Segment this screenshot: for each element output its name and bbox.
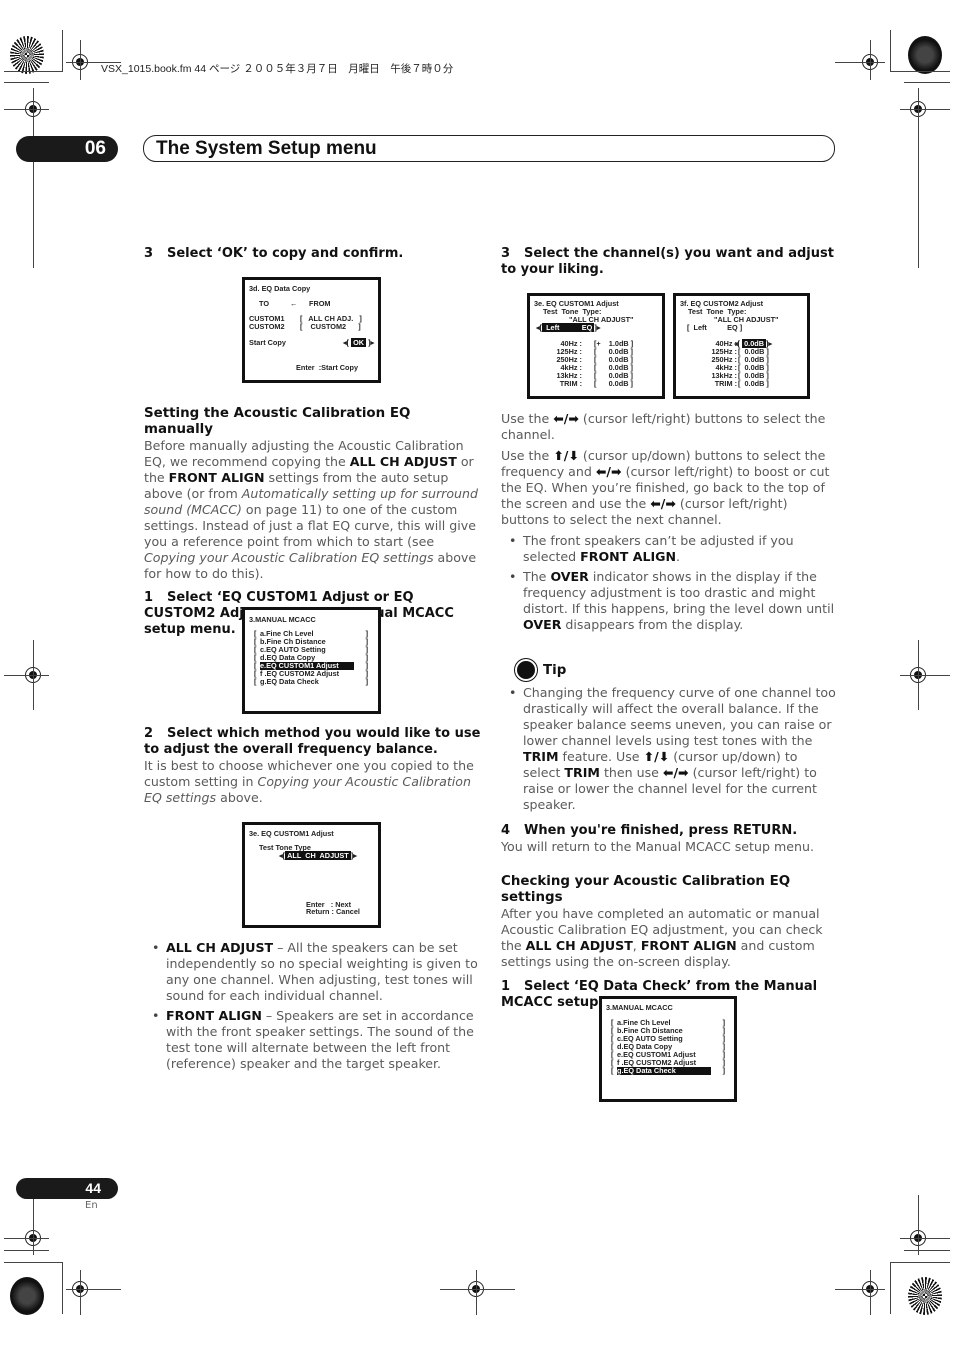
osd-test-tone-type: 3e. EQ CUSTOM1 Adjust Test Tone Type ◂[A… bbox=[242, 822, 381, 928]
bullet-item: Changing the frequency curve of one chan… bbox=[509, 685, 836, 813]
left-right-arrow-icon: ⬅/➡ bbox=[553, 411, 579, 426]
step-heading: 3 Select the channel(s) you want and adju… bbox=[501, 246, 834, 277]
osd-title: 3d. EQ Data Copy bbox=[249, 284, 311, 293]
intro-paragraph: Before manually adjusting the Acoustic C… bbox=[144, 438, 479, 581]
crop-line bbox=[62, 1262, 63, 1314]
osd-eq-band-row[interactable]: TRIM : [ 0.0dB ] bbox=[530, 380, 662, 388]
up-down-arrow-icon: ⬆/⬇ bbox=[553, 448, 579, 463]
lightbulb-icon bbox=[517, 661, 535, 679]
left-bullets: ALL CH ADJUST – All the speakers can be … bbox=[144, 940, 482, 1076]
left-section: Setting the Acoustic Calibration EQ manu… bbox=[144, 406, 482, 638]
osd-channel-selector[interactable]: ◂[Left EQ]▸ bbox=[536, 323, 600, 332]
osd-band-value: [ 0.0dB ] bbox=[594, 379, 633, 388]
left-right-arrow-icon: ⬅/➡ bbox=[650, 496, 676, 511]
crop-line bbox=[4, 82, 49, 83]
page-number: 44 bbox=[16, 1178, 118, 1199]
file-header: VSX_1015.book.fm 44 ページ ２００５年３月７日 月曜日 午後… bbox=[101, 63, 454, 75]
osd-eq-custom2-adjust: 3f. EQ CUSTOM2 Adjust Test Tone Type: "A… bbox=[673, 293, 810, 399]
crop-line bbox=[890, 1262, 950, 1263]
osd-title: 3e. EQ CUSTOM1 Adjust bbox=[249, 829, 334, 838]
step-heading: 4 When you're finished, press RETURN. bbox=[501, 823, 798, 838]
paragraph: Use the ⬆/⬇ (cursor up/down) buttons to … bbox=[501, 448, 830, 527]
osd-eq-band-row[interactable]: TRIM :[ 0.0dB ] bbox=[676, 380, 807, 388]
left-column: 3 Select ‘OK’ to copy and confirm. bbox=[144, 246, 482, 262]
osd-menu-item[interactable]: [g.EQ Data Check] bbox=[611, 1067, 725, 1075]
osd-tone-selector[interactable]: ◂[ALL CH ADJUST]▸ bbox=[279, 851, 357, 860]
step2-body: It is best to choose whichever one you c… bbox=[144, 758, 474, 805]
tip-box: Tip bbox=[517, 660, 837, 682]
page-language: En bbox=[85, 1200, 98, 1211]
check-paragraph: After you have completed an automatic or… bbox=[501, 906, 823, 969]
left-right-arrow-icon: ⬅/➡ bbox=[595, 464, 622, 479]
left-arrow-icon: ← bbox=[290, 299, 298, 308]
crop-line bbox=[890, 71, 950, 72]
chapter-number: 06 bbox=[16, 136, 118, 162]
crop-line bbox=[4, 71, 62, 72]
left-right-arrow-icon: ⬅/➡ bbox=[662, 765, 689, 780]
osd-label: FROM bbox=[309, 299, 331, 308]
bullet-item: ALL CH ADJUST – All the speakers can be … bbox=[152, 940, 482, 1004]
bullet-item: The OVER indicator shows in the display … bbox=[509, 569, 836, 633]
print-wheel-mark bbox=[908, 36, 942, 74]
up-down-arrow-icon: ⬆/⬇ bbox=[643, 749, 670, 764]
crop-line bbox=[4, 1250, 49, 1251]
section-heading: Checking your Acoustic Calibration EQ se… bbox=[501, 874, 791, 905]
crop-line bbox=[890, 30, 891, 72]
osd-manual-mcacc-menu: 3.MANUAL MCACC [a.Fine Ch Level][b.Fine … bbox=[242, 607, 381, 714]
crop-line bbox=[904, 82, 950, 83]
tip-body: Changing the frequency curve of one chan… bbox=[501, 685, 836, 1011]
osd-footer: Enter :Start Copy bbox=[296, 363, 359, 372]
osd-ok-button[interactable]: ◂[ OK ]▸ bbox=[343, 338, 374, 347]
print-wheel-mark bbox=[10, 36, 44, 74]
right-body: Use the ⬅/➡ (cursor left/right) buttons … bbox=[501, 411, 836, 637]
left-step2: 2 Select which method you would like to u… bbox=[144, 726, 482, 806]
osd-label: TO bbox=[259, 299, 270, 308]
osd-channel: [ Left EQ ] bbox=[687, 323, 743, 332]
step4-body: You will return to the Manual MCACC setu… bbox=[501, 839, 814, 854]
crop-line bbox=[890, 1262, 891, 1314]
step-heading: 2 Select which method you would like to u… bbox=[144, 726, 481, 757]
crop-line bbox=[4, 1262, 62, 1263]
osd-row-from: [ CUSTOM2 ] bbox=[300, 322, 361, 331]
osd-footer: Return : Cancel bbox=[306, 907, 360, 916]
chapter-title: The System Setup menu bbox=[143, 135, 835, 162]
right-step3: 3 Select the channel(s) you want and adju… bbox=[501, 246, 836, 278]
osd-band-frequency: TRIM : bbox=[559, 379, 582, 388]
osd-eq-custom1-adjust: 3e. EQ CUSTOM1 Adjust Test Tone Type: "A… bbox=[527, 293, 665, 399]
bullet-item: The front speakers can’t be adjusted if … bbox=[509, 533, 836, 565]
osd-band-value: [ 0.0dB ] bbox=[738, 379, 769, 388]
osd-title: 3.MANUAL MCACC bbox=[249, 615, 316, 624]
tip-heading: Tip bbox=[517, 660, 837, 682]
crop-line bbox=[62, 30, 63, 72]
osd-menu-item[interactable]: [g.EQ Data Check] bbox=[254, 678, 368, 686]
osd-title: 3.MANUAL MCACC bbox=[606, 1003, 673, 1012]
osd-eq-data-copy: 3d. EQ Data Copy TO ← FROM CUSTOM1 [ ALL… bbox=[242, 277, 381, 383]
step-heading: 3 Select ‘OK’ to copy and confirm. bbox=[144, 246, 404, 261]
bullet-item: FRONT ALIGN – Speakers are set in accord… bbox=[152, 1008, 482, 1072]
osd-band-frequency: TRIM : bbox=[714, 379, 737, 388]
crop-line bbox=[904, 1250, 950, 1251]
osd-row-to: CUSTOM2 bbox=[249, 322, 285, 331]
section-heading: Setting the Acoustic Calibration EQ manu… bbox=[144, 406, 411, 437]
print-wheel-mark bbox=[10, 1277, 44, 1315]
paragraph: Use the ⬅/➡ (cursor left/right) buttons … bbox=[501, 411, 826, 442]
osd-label: Start Copy bbox=[249, 338, 286, 347]
osd-manual-mcacc-menu-check: 3.MANUAL MCACC [a.Fine Ch Level][b.Fine … bbox=[599, 996, 737, 1102]
print-wheel-mark bbox=[908, 1277, 942, 1315]
